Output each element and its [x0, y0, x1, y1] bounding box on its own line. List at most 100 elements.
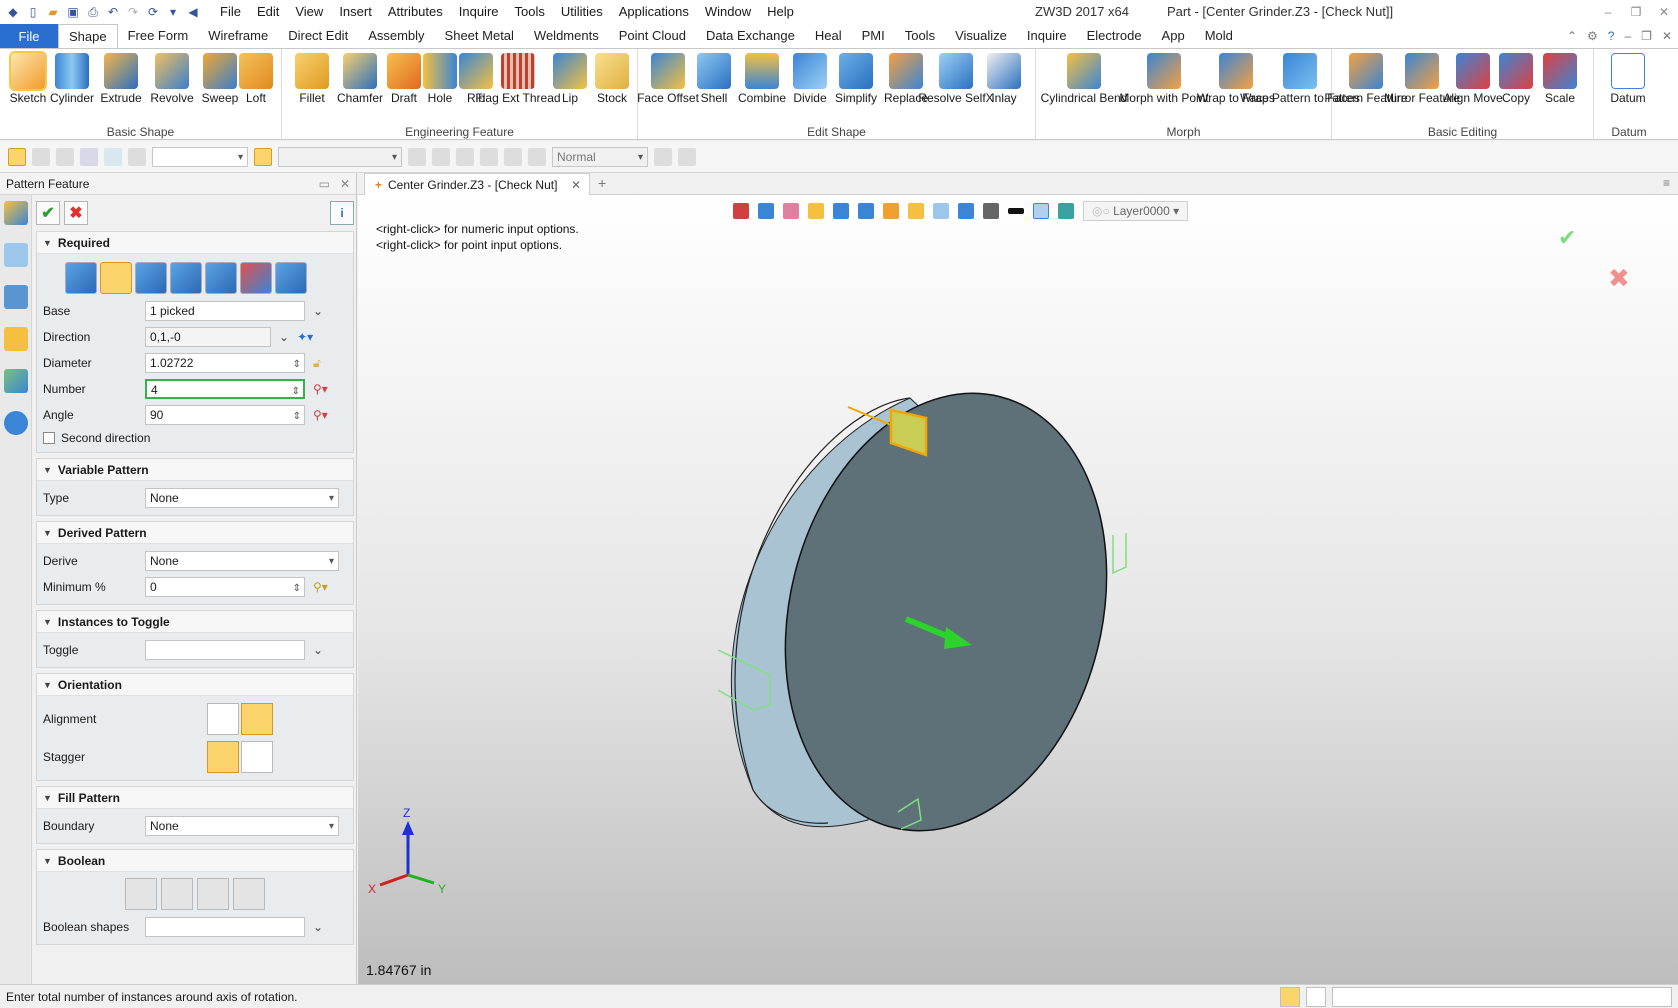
- number-options-icon[interactable]: ⚲▾: [313, 382, 328, 396]
- menu-applications[interactable]: Applications: [611, 0, 697, 24]
- curve-pattern-icon[interactable]: [240, 262, 272, 294]
- tab-pmi[interactable]: PMI: [852, 24, 895, 48]
- tab-data-exchange[interactable]: Data Exchange: [696, 24, 805, 48]
- align-move-button[interactable]: Align Move: [1443, 53, 1503, 105]
- panel-pin-icon[interactable]: ▭: [319, 177, 330, 191]
- menu-attributes[interactable]: Attributes: [380, 0, 451, 24]
- open-file-icon[interactable]: ▰: [44, 3, 62, 21]
- shell-button[interactable]: Shell: [690, 53, 738, 105]
- 3d-viewport[interactable]: ◎○ Layer0000 ▾ <right-click> for numeric…: [358, 195, 1678, 984]
- remove-pick-icon[interactable]: [56, 147, 74, 166]
- info-button[interactable]: i: [330, 201, 354, 225]
- cylinder-button[interactable]: Cylinder: [48, 53, 96, 105]
- menu-view[interactable]: View: [287, 0, 331, 24]
- boolean-base-icon[interactable]: [125, 878, 157, 910]
- angle-options-icon[interactable]: ⚲▾: [313, 408, 328, 422]
- direction-field[interactable]: 0,1,-0: [145, 327, 271, 347]
- type-dropdown[interactable]: None: [145, 488, 339, 508]
- image-tab-icon[interactable]: [4, 369, 28, 393]
- diameter-field[interactable]: 1.02722: [145, 353, 305, 374]
- copy-button[interactable]: Copy: [1494, 53, 1538, 105]
- snap-icon[interactable]: [528, 147, 546, 166]
- tab-point-cloud[interactable]: Point Cloud: [609, 24, 696, 48]
- minimum-options-icon[interactable]: ⚲▾: [313, 580, 328, 594]
- stagger-option-2[interactable]: [241, 741, 273, 773]
- pick-arrow-icon[interactable]: [8, 147, 26, 166]
- expand-chevron-icon[interactable]: ⌄: [313, 304, 323, 318]
- expand-chevron-icon[interactable]: ⌄: [313, 920, 323, 934]
- menu-file[interactable]: File: [212, 0, 249, 24]
- menu-utilities[interactable]: Utilities: [553, 0, 611, 24]
- simplify-button[interactable]: Simplify: [832, 53, 880, 105]
- menu-edit[interactable]: Edit: [249, 0, 287, 24]
- menu-inquire[interactable]: Inquire: [451, 0, 507, 24]
- cancel-button[interactable]: ✖: [64, 201, 88, 225]
- table-pattern-icon[interactable]: [205, 262, 237, 294]
- restore-icon[interactable]: ❐: [1622, 0, 1650, 24]
- panel-close-icon[interactable]: ✕: [340, 177, 350, 191]
- undo-icon[interactable]: ↶: [104, 3, 122, 21]
- morph-with-point-button[interactable]: Morph with Point: [1119, 53, 1209, 105]
- file-tab[interactable]: File: [0, 24, 58, 48]
- stagger-option-1[interactable]: [207, 741, 239, 773]
- tool-icon-f[interactable]: [654, 147, 672, 166]
- document-tab[interactable]: + Center Grinder.Z3 - [Check Nut] ✕: [364, 173, 590, 195]
- alignment-option-2[interactable]: [241, 703, 273, 735]
- close-tab-icon[interactable]: ✕: [571, 178, 581, 192]
- inlay-button[interactable]: Inlay: [980, 53, 1028, 105]
- settings-gear-icon[interactable]: ⚙: [1587, 29, 1598, 43]
- filter-dropdown[interactable]: [152, 146, 248, 167]
- tabs-menu-icon[interactable]: ≡: [1663, 176, 1670, 190]
- required-header[interactable]: ▼ Required: [37, 232, 353, 254]
- window-restore-icon[interactable]: ❐: [1641, 29, 1652, 43]
- boundary-dropdown[interactable]: None: [145, 816, 339, 836]
- tab-assembly[interactable]: Assembly: [358, 24, 434, 48]
- window-minimize-icon[interactable]: –: [1624, 29, 1631, 43]
- ok-button[interactable]: ✔: [36, 201, 60, 225]
- face-offset-button[interactable]: Face Offset: [637, 53, 699, 105]
- lock-icon[interactable]: 🔓︎: [313, 356, 321, 371]
- print-icon[interactable]: ⎙: [84, 3, 102, 21]
- close-icon[interactable]: ✕: [1650, 0, 1678, 24]
- linear-pattern-icon[interactable]: [65, 262, 97, 294]
- base-field[interactable]: 1 picked: [145, 301, 305, 321]
- derive-dropdown[interactable]: None: [145, 551, 339, 571]
- divide-button[interactable]: Divide: [786, 53, 834, 105]
- tab-electrode[interactable]: Electrode: [1077, 24, 1152, 48]
- user-tab-icon[interactable]: [4, 411, 28, 435]
- number-field[interactable]: 4: [145, 379, 305, 401]
- tool-icon-c[interactable]: [456, 147, 474, 166]
- tab-weldments[interactable]: Weldments: [524, 24, 609, 48]
- refresh-icon[interactable]: ⟳: [144, 3, 162, 21]
- cylindrical-bend-button[interactable]: Cylindrical Bend: [1041, 53, 1127, 105]
- tab-tools[interactable]: Tools: [895, 24, 945, 48]
- new-file-icon[interactable]: ▯: [24, 3, 42, 21]
- minimize-icon[interactable]: –: [1594, 0, 1622, 24]
- lasso-select-icon[interactable]: [104, 147, 122, 166]
- filter-icon[interactable]: [128, 147, 146, 166]
- status-view-icon-b[interactable]: [1306, 987, 1326, 1007]
- collapse-ribbon-icon[interactable]: ⌃: [1567, 29, 1577, 43]
- tree-tab-icon[interactable]: [4, 285, 28, 309]
- tool-icon-b[interactable]: [432, 147, 450, 166]
- mirror-feature-button[interactable]: Mirror Feature: [1384, 53, 1460, 105]
- back-arrow-icon[interactable]: ◀: [184, 3, 202, 21]
- fill-pattern-icon[interactable]: [275, 262, 307, 294]
- tab-sheet-metal[interactable]: Sheet Metal: [435, 24, 524, 48]
- second-direction-checkbox[interactable]: Second direction: [43, 428, 347, 448]
- history-tab-icon[interactable]: [4, 243, 28, 267]
- variable-pattern-header[interactable]: ▼ Variable Pattern: [37, 459, 353, 481]
- circular-pattern-icon[interactable]: [100, 262, 132, 294]
- tool-icon-e[interactable]: [504, 147, 522, 166]
- tab-direct-edit[interactable]: Direct Edit: [278, 24, 358, 48]
- mirror-pattern-icon[interactable]: [135, 262, 167, 294]
- tab-heal[interactable]: Heal: [805, 24, 852, 48]
- mode-dropdown[interactable]: Normal: [552, 146, 648, 167]
- alignment-option-1[interactable]: [207, 703, 239, 735]
- boolean-remove-icon[interactable]: [197, 878, 229, 910]
- app-logo-icon[interactable]: ◆: [4, 3, 22, 21]
- tab-mold[interactable]: Mold: [1195, 24, 1243, 48]
- redo-icon[interactable]: ↷: [124, 3, 142, 21]
- resolve-selfx-button[interactable]: Resolve SelfX: [918, 53, 994, 105]
- window-close-icon[interactable]: ✕: [1662, 29, 1672, 43]
